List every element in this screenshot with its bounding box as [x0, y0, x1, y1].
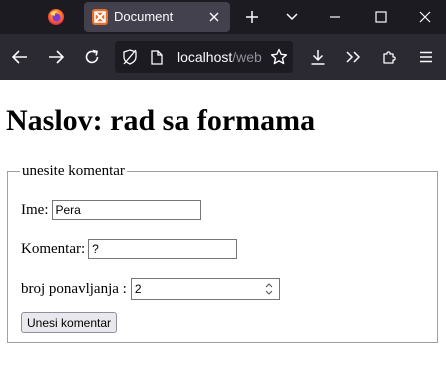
repeat-row: broj ponavljanja : [21, 278, 280, 300]
downloads-button[interactable] [304, 43, 332, 71]
number-spinner-icon[interactable] [263, 281, 275, 297]
page-content: Naslov: rad sa formama unesite komentar … [0, 80, 446, 374]
menu-icon [420, 51, 432, 63]
overflow-chevrons-icon [346, 51, 361, 63]
extensions-button[interactable] [376, 43, 404, 71]
close-window-button[interactable] [410, 4, 440, 30]
name-label: Ime: [21, 202, 49, 218]
comment-row: Komentar: [21, 239, 238, 259]
firefox-view-button[interactable] [40, 4, 72, 30]
new-tab-icon [246, 11, 258, 23]
extensions-icon [383, 51, 396, 64]
forward-icon [49, 50, 64, 64]
chevron-down-icon [286, 13, 298, 21]
tracking-protection-button[interactable] [119, 47, 141, 67]
site-information-button[interactable] [147, 47, 167, 67]
tab-document[interactable]: Document [84, 2, 230, 32]
maximize-button[interactable] [366, 4, 396, 30]
url-host: localhost [177, 49, 233, 65]
minimize-icon [330, 16, 340, 18]
close-icon [209, 12, 219, 22]
url-text: localhost/web [177, 49, 262, 65]
repeat-number-field [130, 278, 280, 300]
reload-icon [85, 49, 99, 64]
submit-comment-button[interactable]: Unesi komentar [21, 312, 118, 333]
bookmark-star-icon [270, 48, 288, 65]
repeat-label: broj ponavljanja : [21, 281, 127, 297]
page-heading: Naslov: rad sa formama [6, 104, 316, 137]
tab-title: Document [114, 9, 174, 24]
firefox-icon [48, 9, 64, 25]
comment-input[interactable] [88, 239, 238, 259]
back-button[interactable] [6, 43, 34, 71]
overflow-menu-button[interactable] [339, 43, 367, 71]
xampp-favicon-icon [92, 9, 108, 25]
minimize-button[interactable] [320, 4, 350, 30]
bookmark-button[interactable] [265, 43, 293, 71]
url-path: /web [232, 49, 262, 65]
name-row: Ime: [21, 200, 201, 220]
comment-label: Komentar: [21, 241, 86, 257]
new-tab-button[interactable] [238, 4, 266, 30]
window-close-icon [419, 11, 431, 23]
list-all-tabs-button[interactable] [278, 4, 306, 30]
app-menu-button[interactable] [412, 43, 440, 71]
back-icon [12, 50, 27, 64]
comment-fieldset: unesite komentar Ime: Komentar: broj pon… [7, 163, 438, 343]
reload-button[interactable] [78, 43, 106, 71]
maximize-icon [375, 11, 387, 23]
navigation-toolbar: localhost/web [0, 34, 446, 80]
name-input[interactable] [51, 200, 201, 220]
tab-bar: Document [0, 0, 446, 34]
downloads-icon [311, 50, 325, 65]
fieldset-legend: unesite komentar [22, 163, 125, 179]
tab-close-button[interactable] [205, 8, 223, 26]
forward-button[interactable] [42, 43, 70, 71]
page-icon [151, 49, 163, 65]
repeat-number-input[interactable] [130, 278, 280, 300]
tracking-protection-icon [123, 49, 137, 65]
